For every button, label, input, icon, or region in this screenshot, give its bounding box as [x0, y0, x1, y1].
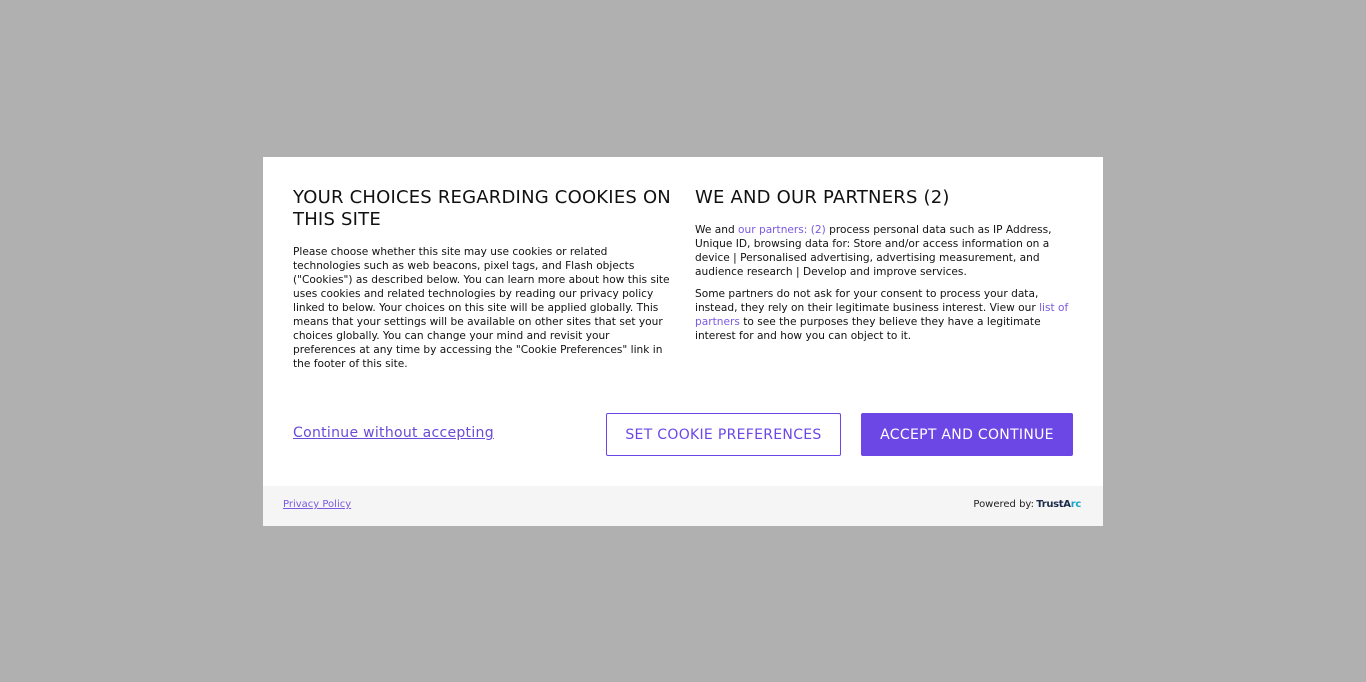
continue-without-accepting-link[interactable]: Continue without accepting	[293, 425, 494, 441]
partners-title: WE AND OUR PARTNERS (2)	[695, 187, 950, 208]
partners-section: WE AND OUR PARTNERS (2) We and our partn…	[695, 187, 1073, 343]
cookie-consent-dialog: YOUR CHOICES REGARDING COOKIES ON THIS S…	[263, 157, 1103, 526]
powered-by-label: Powered by:	[973, 499, 1034, 510]
set-cookie-preferences-button[interactable]: SET COOKIE PREFERENCES	[606, 413, 841, 456]
dialog-actions: Continue without accepting SET COOKIE PR…	[293, 413, 1073, 456]
accept-and-continue-button[interactable]: ACCEPT AND CONTINUE	[861, 413, 1073, 456]
legitimate-interest-end: to see the purposes they believe they ha…	[695, 316, 1041, 342]
dialog-footer: Privacy Policy Powered by: TrustArc	[263, 486, 1103, 526]
trustarc-logo[interactable]: TrustArc	[1036, 499, 1081, 510]
logo-text-main: TrustA	[1036, 499, 1071, 510]
partners-text-start: We and	[695, 224, 739, 236]
cookie-choices-title: YOUR CHOICES REGARDING COOKIES ON THIS S…	[293, 187, 671, 230]
cookie-choices-text: Please choose whether this site may use …	[293, 246, 670, 370]
logo-text-accent: rc	[1070, 499, 1082, 510]
legitimate-interest-text: Some partners do not ask for your consen…	[695, 287, 1073, 343]
privacy-policy-link[interactable]: Privacy Policy	[283, 499, 351, 510]
our-partners-link[interactable]: our partners: (2)	[738, 224, 826, 236]
partners-description: We and our partners: (2) process persona…	[695, 223, 1073, 279]
dialog-content: YOUR CHOICES REGARDING COOKIES ON THIS S…	[293, 187, 1073, 407]
cookie-choices-section: YOUR CHOICES REGARDING COOKIES ON THIS S…	[293, 187, 673, 371]
legitimate-interest-start: Some partners do not ask for your consen…	[695, 288, 1040, 314]
